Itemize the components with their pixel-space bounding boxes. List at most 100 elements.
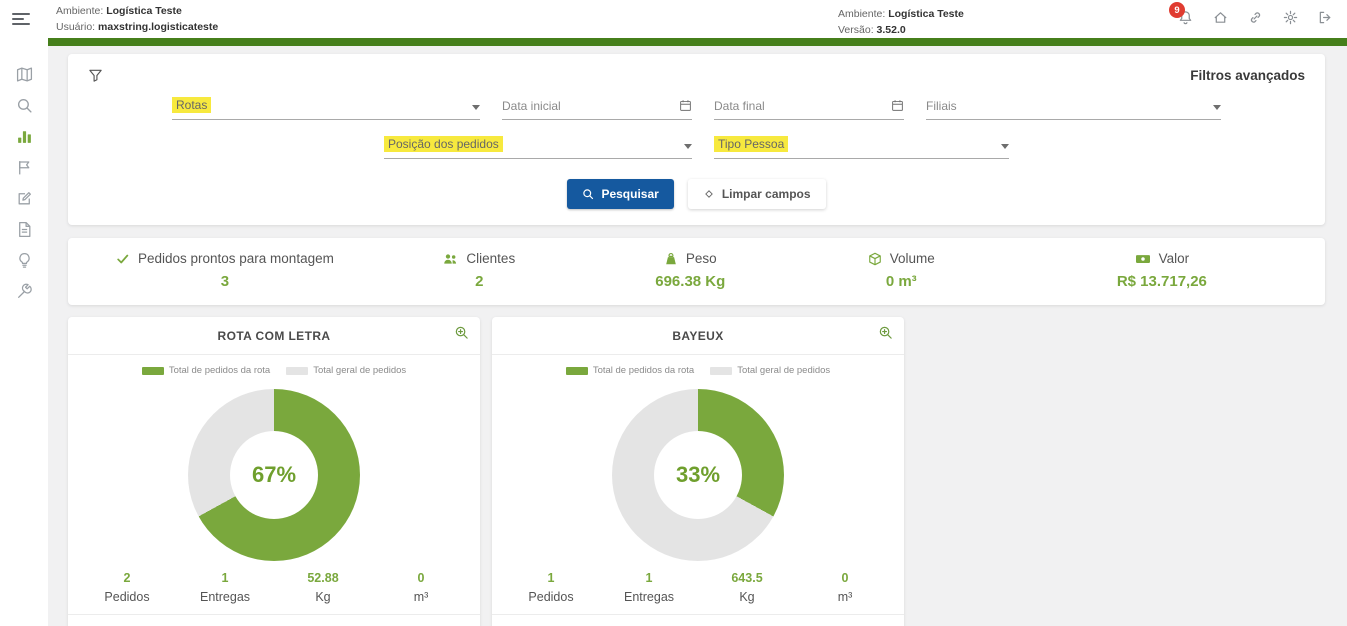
- route-card-title: ROTA COM LETRA: [218, 329, 331, 343]
- summary-card: Pedidos prontos para montagem 3 Clientes…: [68, 238, 1325, 305]
- stat-value: 1: [502, 571, 600, 585]
- chevron-down-icon: [1213, 105, 1221, 110]
- stat-label: Pedidos: [78, 590, 176, 604]
- tipo-pessoa-label: Tipo Pessoa: [714, 136, 788, 152]
- stat-value: 0: [796, 571, 894, 585]
- ambiente-value: Logística Teste: [106, 5, 182, 17]
- header-accent-bar: [48, 38, 1347, 46]
- summary-value: 2: [374, 273, 585, 290]
- chart-legend: Total de pedidos da rota Total geral de …: [68, 365, 480, 376]
- flag-icon[interactable]: [16, 159, 33, 176]
- stat-value: 0: [372, 571, 470, 585]
- search-icon[interactable]: [16, 97, 33, 114]
- zoom-in-icon[interactable]: [454, 325, 469, 340]
- route-stats: 2 Pedidos 1 Entregas 52.88 Kg 0 m³: [68, 569, 480, 614]
- menu-toggle-icon[interactable]: [12, 10, 30, 28]
- filter-row-1: Rotas Data inicial Data final: [88, 97, 1305, 120]
- stat-value: 643.5: [698, 571, 796, 585]
- legend-swatch-gray: [710, 367, 732, 375]
- top-bar: Ambiente: Logística Teste Usuário: maxst…: [0, 0, 1347, 38]
- stat-label: Entregas: [176, 590, 274, 604]
- stat-label: Kg: [698, 590, 796, 604]
- bell-icon[interactable]: 9: [1178, 10, 1193, 25]
- stat-label: Entregas: [600, 590, 698, 604]
- topbar-icon-group: 9: [1178, 10, 1333, 25]
- check-icon: [116, 252, 130, 266]
- zoom-in-icon[interactable]: [878, 325, 893, 340]
- versao-label: Versão:: [838, 24, 874, 36]
- donut-percent-label: 67%: [188, 389, 360, 561]
- legend-label: Total geral de pedidos: [737, 365, 830, 376]
- map-icon[interactable]: [16, 66, 33, 83]
- stat-value: 2: [78, 571, 176, 585]
- versao-value: 3.52.0: [877, 24, 906, 36]
- legend-label: Total de pedidos da rota: [593, 365, 694, 376]
- data-final-input[interactable]: Data final: [714, 97, 904, 120]
- environment-info: Ambiente: Logística Teste Usuário: maxst…: [56, 3, 218, 36]
- stat-label: m³: [372, 590, 470, 604]
- route-total-value: R$ 12.460,50: [492, 614, 904, 626]
- clients-icon: [443, 252, 458, 266]
- route-card-rota-com-letra: ROTA COM LETRA Total de pedidos da rota …: [68, 317, 480, 626]
- chevron-down-icon: [684, 144, 692, 149]
- money-icon: [1135, 252, 1151, 266]
- chevron-down-icon: [1001, 144, 1009, 149]
- volume-cube-icon: [868, 252, 882, 266]
- tools-icon[interactable]: [16, 283, 33, 300]
- usuario-value: maxstring.logisticateste: [98, 21, 218, 33]
- ambiente-label: Ambiente:: [56, 5, 103, 17]
- stat-label: Kg: [274, 590, 372, 604]
- limpar-campos-button-label: Limpar campos: [722, 187, 811, 201]
- calendar-icon: [891, 99, 904, 112]
- tipo-pessoa-select[interactable]: Tipo Pessoa: [714, 136, 1009, 159]
- advanced-filters-toggle[interactable]: Filtros avançados: [1190, 68, 1305, 83]
- data-inicial-placeholder: Data inicial: [502, 99, 561, 113]
- summary-clientes: Clientes 2: [374, 251, 585, 290]
- data-inicial-input[interactable]: Data inicial: [502, 97, 692, 120]
- legend-swatch-gray: [286, 367, 308, 375]
- lightbulb-icon[interactable]: [16, 252, 33, 269]
- route-total-value: R$ 1.256,76: [68, 614, 480, 626]
- route-charts-row: ROTA COM LETRA Total de pedidos da rota …: [68, 317, 1325, 626]
- filiais-select[interactable]: Filiais: [926, 97, 1221, 120]
- diamond-eraser-icon: [703, 188, 715, 200]
- filter-funnel-icon[interactable]: [88, 68, 103, 83]
- stat-value: 1: [176, 571, 274, 585]
- search-icon: [582, 188, 594, 200]
- filter-row-2: Posição dos pedidos Tipo Pessoa: [88, 136, 1305, 159]
- posicao-pedidos-select[interactable]: Posição dos pedidos: [384, 136, 692, 159]
- summary-label: Pedidos prontos para montagem: [138, 251, 334, 266]
- rotas-label: Rotas: [172, 97, 211, 113]
- route-stats: 1Pedidos 1Entregas 643.5Kg 0m³: [492, 569, 904, 614]
- pesquisar-button-label: Pesquisar: [601, 187, 658, 201]
- dashboard-chart-icon[interactable]: [16, 128, 33, 145]
- summary-value: R$ 13.717,26: [1007, 273, 1317, 290]
- summary-volume: Volume 0 m³: [796, 251, 1007, 290]
- filiais-label: Filiais: [926, 99, 957, 113]
- route-card-title: BAYEUX: [672, 329, 723, 343]
- limpar-campos-button[interactable]: Limpar campos: [688, 179, 826, 209]
- pesquisar-button[interactable]: Pesquisar: [567, 179, 673, 209]
- rotas-select[interactable]: Rotas: [172, 97, 480, 120]
- link-icon[interactable]: [1248, 10, 1263, 25]
- usuario-label: Usuário:: [56, 21, 95, 33]
- route-card-bayeux: BAYEUX Total de pedidos da rota Total ge…: [492, 317, 904, 626]
- legend-label: Total geral de pedidos: [313, 365, 406, 376]
- summary-value: 696.38 Kg: [585, 273, 796, 290]
- summary-value: 0 m³: [796, 273, 1007, 290]
- gear-icon[interactable]: [1283, 10, 1298, 25]
- ambiente2-label: Ambiente:: [838, 8, 885, 20]
- logout-icon[interactable]: [1318, 10, 1333, 25]
- weight-icon: [664, 252, 678, 266]
- home-icon[interactable]: [1213, 10, 1228, 25]
- donut-chart: 67%: [188, 389, 360, 561]
- legend-label: Total de pedidos da rota: [169, 365, 270, 376]
- document-icon[interactable]: [16, 221, 33, 238]
- summary-label: Clientes: [466, 251, 515, 266]
- stat-value: 52.88: [274, 571, 372, 585]
- filters-card: Filtros avançados Rotas Data inicial Dat…: [68, 54, 1325, 225]
- summary-label: Valor: [1159, 251, 1190, 266]
- edit-icon[interactable]: [16, 190, 33, 207]
- summary-pedidos-prontos: Pedidos prontos para montagem 3: [76, 251, 374, 290]
- summary-label: Volume: [890, 251, 935, 266]
